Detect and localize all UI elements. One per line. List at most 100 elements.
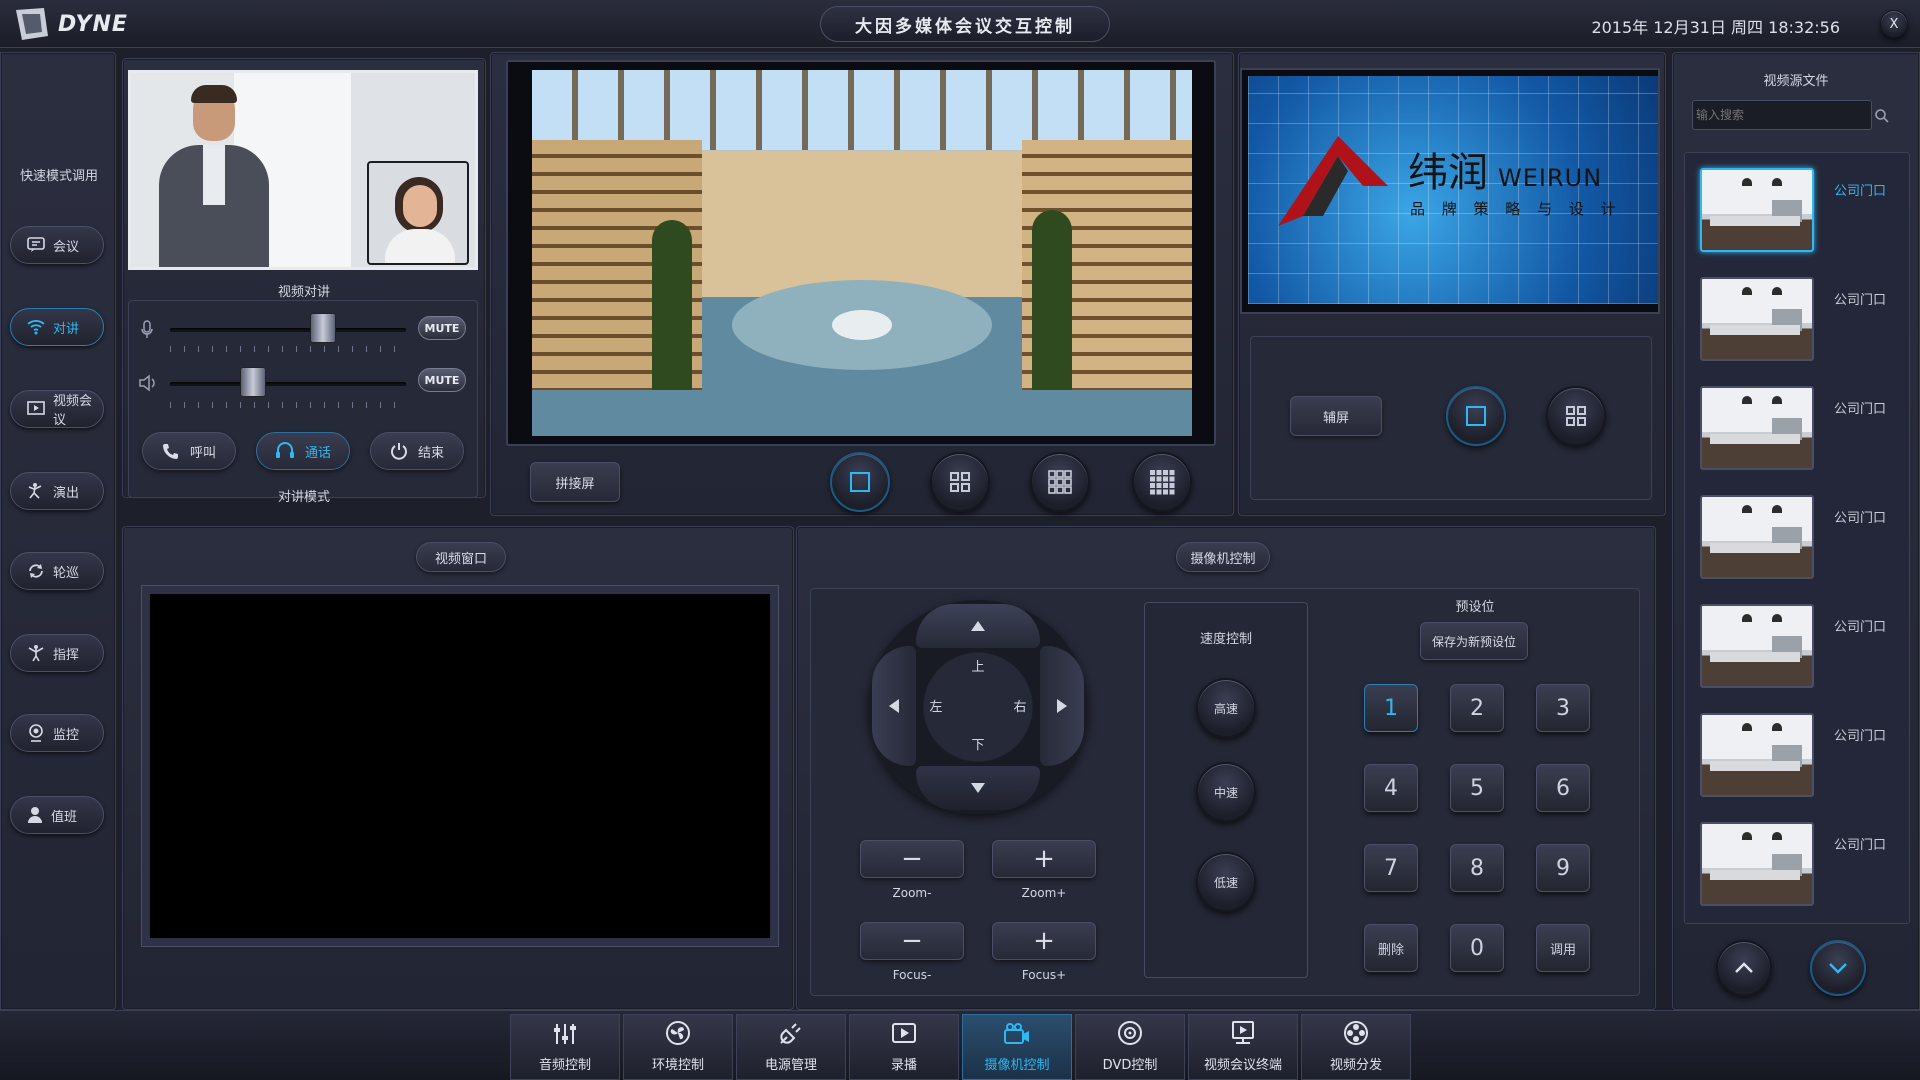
call-button[interactable]: 呼叫 [142, 432, 236, 470]
video-window-title: 视频窗口 [416, 542, 506, 572]
layout-1x1-button[interactable] [830, 452, 890, 512]
speed-mid-button[interactable]: 中速 [1196, 762, 1256, 822]
preset-key-7[interactable]: 7 [1364, 844, 1418, 892]
play-icon [891, 1022, 917, 1046]
source-label[interactable]: 公司门口 [1834, 398, 1886, 417]
source-label[interactable]: 公司门口 [1834, 507, 1886, 526]
pan-left-button[interactable] [872, 646, 916, 766]
camera-panel-title: 摄像机控制 [1176, 542, 1270, 572]
source-label[interactable]: 公司门口 [1834, 725, 1886, 744]
preset-key-4[interactable]: 4 [1364, 764, 1418, 812]
focus-far-button[interactable]: + [992, 922, 1096, 960]
source-thumbnail[interactable] [1700, 168, 1814, 252]
speaker-slider-track[interactable] [170, 382, 406, 386]
sidebar-item-2[interactable]: 视频会议 [10, 390, 104, 428]
close-button[interactable]: X [1880, 10, 1908, 38]
source-label[interactable]: 公司门口 [1834, 289, 1886, 308]
headset-icon [275, 442, 294, 458]
splice-screen-button[interactable]: 拼接屏 [530, 462, 620, 502]
sidebar-item-label: 对讲 [53, 321, 80, 337]
mic-slider-track[interactable] [170, 328, 406, 332]
source-search-input[interactable] [1696, 104, 1846, 126]
preset-recall-button[interactable]: 调用 [1536, 924, 1590, 972]
tab-0[interactable]: 音频控制 [510, 1014, 620, 1080]
sidebar-item-3[interactable]: 演出 [10, 472, 104, 510]
pan-right-button[interactable] [1040, 646, 1084, 766]
plug-icon [778, 1020, 804, 1046]
speaker-slider-handle[interactable] [239, 367, 266, 397]
sidebar-item-4[interactable]: 轮巡 [10, 552, 104, 590]
search-icon[interactable] [1874, 108, 1890, 124]
source-thumbnail[interactable] [1700, 822, 1814, 906]
preset-delete-button[interactable]: 删除 [1364, 924, 1418, 972]
intercom-video [128, 70, 478, 270]
end-button[interactable]: 结束 [370, 432, 464, 470]
zoom-in-button[interactable]: + [992, 840, 1096, 878]
film-reel-icon [1343, 1020, 1369, 1046]
preset-key-3[interactable]: 3 [1536, 684, 1590, 732]
performer-icon [27, 482, 45, 500]
layout-3x3-button[interactable] [1030, 452, 1090, 512]
arrow-left-icon [889, 699, 899, 713]
mic-mute-button[interactable]: MUTE [418, 316, 466, 340]
sidebar-item-6[interactable]: 监控 [10, 714, 104, 752]
disc-icon [1117, 1020, 1143, 1046]
preset-key-5[interactable]: 5 [1450, 764, 1504, 812]
tab-4[interactable]: 摄像机控制 [962, 1014, 1072, 1080]
tab-7[interactable]: 视频分发 [1301, 1014, 1411, 1080]
aux-layout-2x2-button[interactable] [1546, 386, 1606, 446]
preset-key-8[interactable]: 8 [1450, 844, 1504, 892]
tab-1[interactable]: 环境控制 [623, 1014, 733, 1080]
pan-up-button[interactable] [916, 604, 1040, 648]
chat-icon [27, 237, 45, 253]
save-preset-button[interactable]: 保存为新预设位 [1420, 622, 1528, 660]
preset-key-9[interactable]: 9 [1536, 844, 1590, 892]
zoom-out-button[interactable]: − [860, 840, 964, 878]
source-panel-title: 视频源文件 [1763, 74, 1829, 89]
tab-5[interactable]: DVD控制 [1075, 1014, 1185, 1080]
focus-near-button[interactable]: − [860, 922, 964, 960]
source-thumbnail[interactable] [1700, 277, 1814, 361]
page-title: 大因多媒体会议交互控制 [855, 16, 1075, 37]
brand-en: WEIRUN [1498, 164, 1603, 192]
tab-3[interactable]: 录播 [849, 1014, 959, 1080]
tab-2[interactable]: 电源管理 [736, 1014, 846, 1080]
aux-screen-button[interactable]: 辅屏 [1290, 396, 1382, 436]
scroll-up-button[interactable] [1716, 940, 1772, 996]
speaker-mute-button[interactable]: MUTE [418, 368, 466, 392]
camera-icon [1003, 1022, 1031, 1046]
end-label: 结束 [417, 445, 444, 461]
scroll-down-button[interactable] [1810, 940, 1866, 996]
tab-6[interactable]: 视频会议终端 [1188, 1014, 1298, 1080]
speed-low-button[interactable]: 低速 [1196, 852, 1256, 912]
preset-key-2[interactable]: 2 [1450, 684, 1504, 732]
preset-key-6[interactable]: 6 [1536, 764, 1590, 812]
source-thumbnail[interactable] [1700, 386, 1814, 470]
source-thumbnail[interactable] [1700, 604, 1814, 688]
talk-button[interactable]: 通话 [256, 432, 350, 470]
video-window-screen[interactable] [142, 586, 778, 946]
aux-layout-1x1-button[interactable] [1446, 386, 1506, 446]
video-screen-icon [27, 401, 45, 417]
preset-key-0[interactable]: 0 [1450, 924, 1504, 972]
source-thumbnail[interactable] [1700, 713, 1814, 797]
speed-mid-label: 中速 [1213, 785, 1238, 800]
mic-slider-handle[interactable] [310, 313, 337, 343]
sidebar-item-5[interactable]: 指挥 [10, 634, 104, 672]
sidebar-item-label: 值班 [51, 809, 78, 825]
layout-2x2-button[interactable] [930, 452, 990, 512]
layout-4x4-button[interactable] [1132, 452, 1192, 512]
preset-key-1[interactable]: 1 [1364, 684, 1418, 732]
speed-high-button[interactable]: 高速 [1196, 678, 1256, 738]
tab-label: 摄像机控制 [984, 1058, 1050, 1073]
source-label[interactable]: 公司门口 [1834, 834, 1886, 853]
logo-text: DYNE [58, 11, 128, 37]
source-thumbnail[interactable] [1700, 495, 1814, 579]
sidebar-item-1[interactable]: 对讲 [10, 308, 104, 346]
pan-down-button[interactable] [916, 766, 1040, 810]
sidebar-item-7[interactable]: 值班 [10, 796, 104, 834]
source-label[interactable]: 公司门口 [1834, 180, 1886, 199]
source-label[interactable]: 公司门口 [1834, 616, 1886, 635]
tab-label: 视频会议终端 [1203, 1058, 1282, 1073]
sidebar-item-0[interactable]: 会议 [10, 226, 104, 264]
